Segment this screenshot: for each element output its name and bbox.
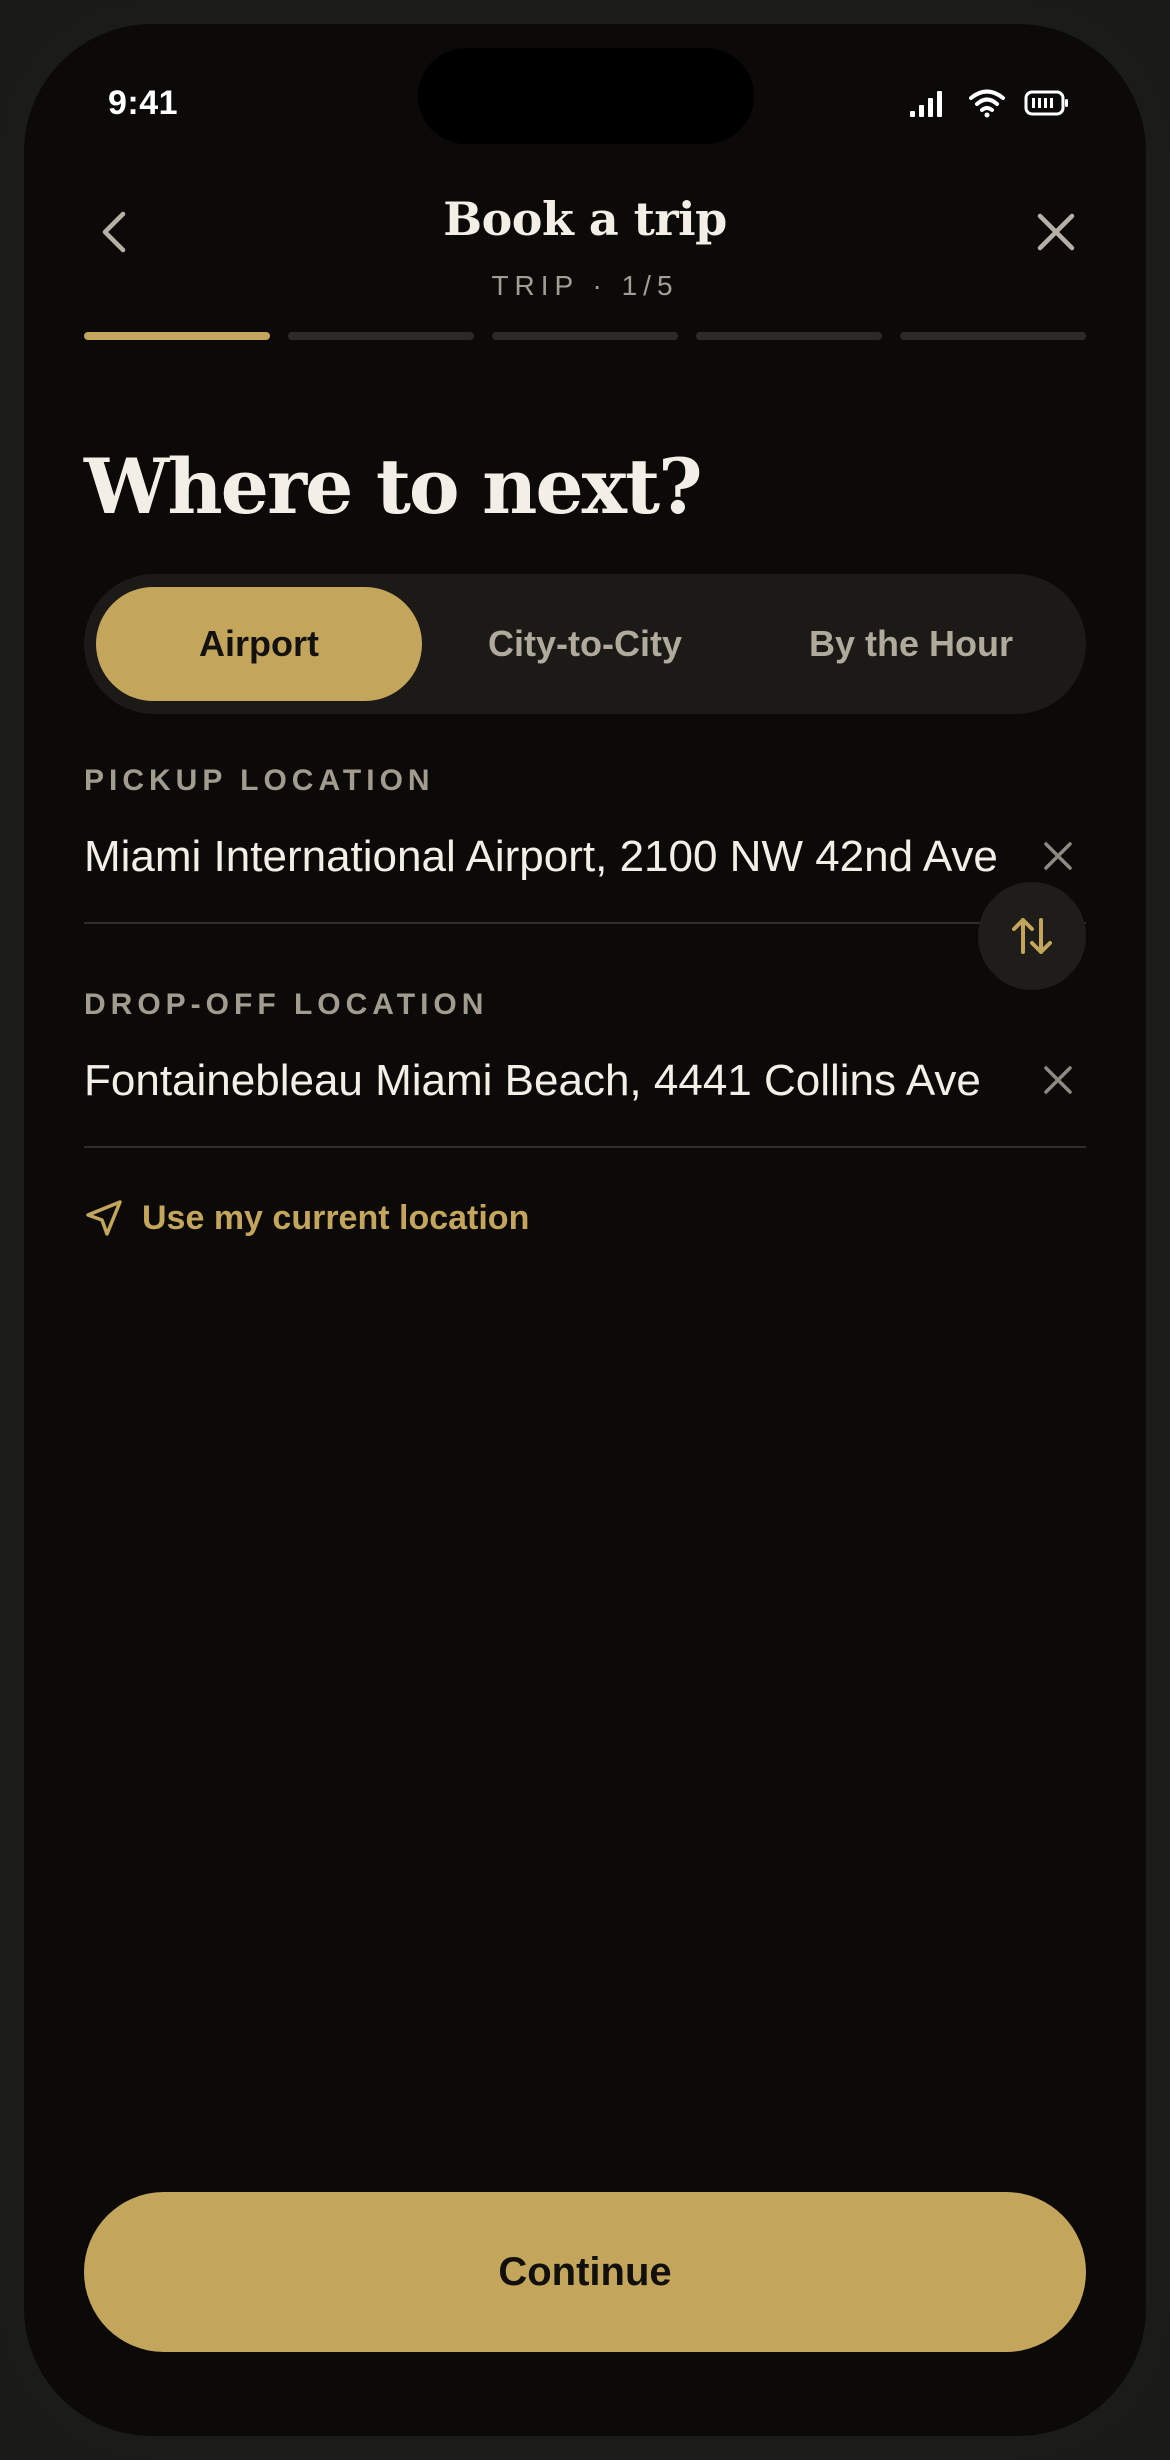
tab-by-the-hour[interactable]: By the Hour: [748, 587, 1074, 701]
close-icon: [1044, 1066, 1072, 1094]
screen: 9:41 Book a trip TRIP · 1/5 Where to nex…: [24, 24, 1146, 2436]
pickup-divider: [84, 922, 1086, 924]
tab-city-to-city[interactable]: City-to-City: [422, 587, 748, 701]
step-indicator: TRIP · 1/5: [491, 270, 679, 301]
cellular-signal-icon: [910, 91, 942, 117]
use-current-location-button[interactable]: Use my current location: [84, 1198, 529, 1238]
close-button[interactable]: [1026, 202, 1086, 262]
page-title: Where to next?: [84, 442, 703, 531]
dropoff-input[interactable]: Fontainebleau Miami Beach, 4441 Collins …: [84, 1056, 1004, 1106]
continue-button[interactable]: Continue: [84, 2192, 1086, 2352]
tab-airport[interactable]: Airport: [96, 587, 422, 701]
swap-arrows-icon: [1012, 918, 1052, 954]
status-time: 9:41: [108, 84, 179, 122]
progress-bar: [84, 332, 1086, 342]
pickup-label: PICKUP LOCATION: [84, 764, 435, 797]
swap-locations-button[interactable]: [978, 882, 1086, 990]
dropoff-divider: [84, 1146, 1086, 1148]
dropoff-label: DROP-OFF LOCATION: [84, 988, 489, 1021]
progress-segment-4: [696, 332, 882, 340]
location-arrow-icon: [86, 1200, 122, 1236]
dynamic-island: [418, 48, 754, 144]
battery-icon: [1024, 90, 1068, 116]
progress-segment-3: [492, 332, 678, 340]
phone-frame: 9:41 Book a trip TRIP · 1/5 Where to nex…: [0, 0, 1170, 2460]
wifi-icon: [969, 89, 1005, 118]
close-icon: [1037, 213, 1075, 251]
pickup-input[interactable]: Miami International Airport, 2100 NW 42n…: [84, 832, 1004, 882]
progress-segment-2: [288, 332, 474, 340]
header-title: Book a trip: [443, 192, 727, 246]
progress-segment-5: [900, 332, 1086, 340]
progress-segment-1: [84, 332, 270, 340]
status-icons: [910, 88, 1070, 118]
trip-type-selector: Airport City-to-City By the Hour: [84, 574, 1086, 714]
clear-pickup-button[interactable]: [1030, 828, 1086, 884]
use-current-location-label: Use my current location: [142, 1198, 530, 1237]
close-icon: [1044, 842, 1072, 870]
clear-dropoff-button[interactable]: [1030, 1052, 1086, 1108]
